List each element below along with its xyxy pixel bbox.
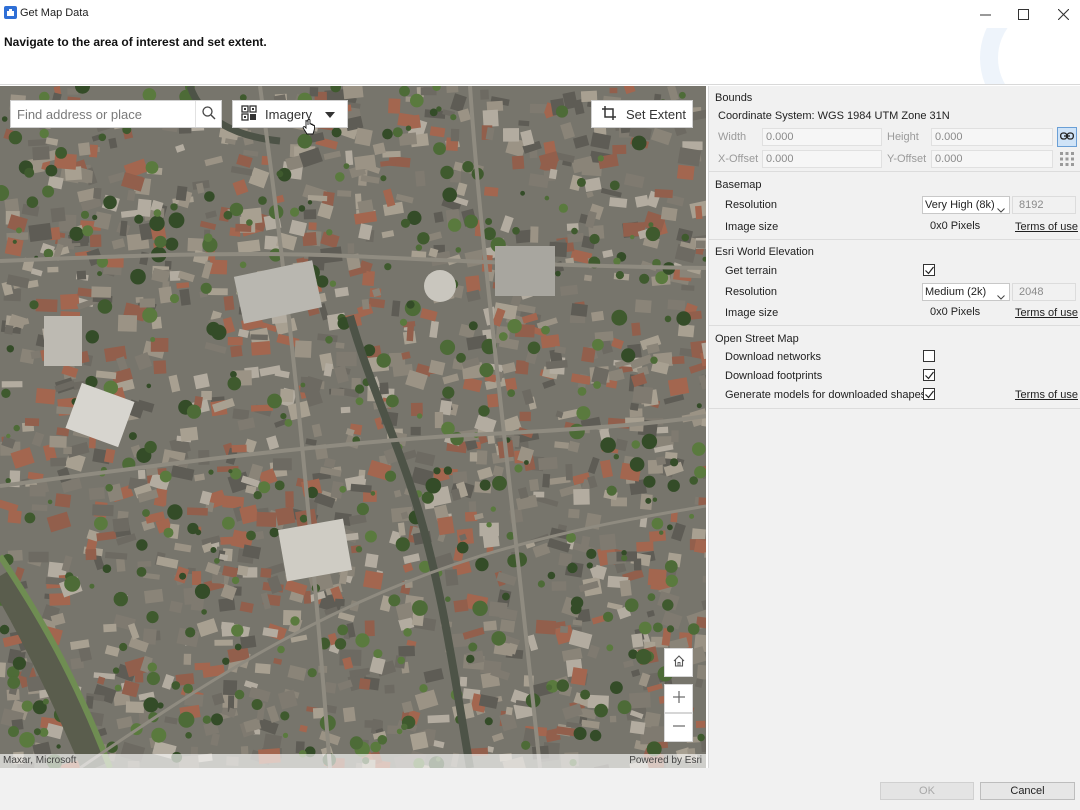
link-icon	[1060, 131, 1074, 144]
elevation-terms-link[interactable]: Terms of use	[1015, 307, 1078, 319]
elevation-resolution-select[interactable]: Medium (2k)	[922, 283, 1010, 301]
home-button[interactable]	[664, 648, 693, 677]
basemap-title: Basemap	[715, 179, 762, 191]
minimize-button[interactable]	[964, 0, 1006, 28]
basemap-resolution-value: Very High (8k)	[925, 199, 995, 211]
anchor-grid-icon[interactable]	[1057, 149, 1077, 169]
basemap-image-size-label: Image size	[725, 221, 779, 233]
yoffset-label: Y-Offset	[887, 153, 927, 165]
app-icon	[4, 6, 17, 19]
get-terrain-checkbox[interactable]	[923, 264, 935, 276]
yoffset-field[interactable]: 0.000	[931, 150, 1053, 168]
elevation-resolution-label: Resolution	[725, 286, 777, 298]
cancel-button[interactable]: Cancel	[980, 782, 1075, 800]
elevation-resolution-pixels: 2048	[1012, 283, 1076, 301]
close-button[interactable]	[1042, 0, 1080, 28]
osm-section: Open Street Map Download networks Downlo…	[709, 326, 1080, 409]
map-view[interactable]: Imagery Set Extent Maxar, Microsoft Powe…	[0, 86, 706, 768]
chevron-down-icon	[325, 112, 335, 118]
basemap-dropdown[interactable]: Imagery	[232, 100, 348, 128]
elevation-image-size-label: Image size	[725, 307, 779, 319]
xoffset-label: X-Offset	[718, 153, 759, 165]
link-dimensions-toggle[interactable]	[1057, 127, 1077, 147]
generate-models-checkbox[interactable]	[923, 388, 935, 400]
elevation-section: Esri World Elevation Get terrain Resolut…	[709, 240, 1080, 326]
download-networks-label: Download networks	[725, 351, 821, 363]
instruction-text: Navigate to the area of interest and set…	[4, 35, 267, 49]
basemap-resolution-label: Resolution	[725, 199, 777, 211]
basemap-section: Basemap Resolution Very High (8k) 8192 I…	[709, 172, 1080, 240]
set-extent-label: Set Extent	[626, 106, 686, 122]
ok-button[interactable]: OK	[880, 782, 974, 800]
set-extent-button[interactable]: Set Extent	[591, 100, 693, 128]
attribution-source: Maxar, Microsoft	[3, 755, 77, 766]
elevation-title: Esri World Elevation	[715, 246, 814, 258]
minus-icon	[672, 719, 686, 736]
download-networks-checkbox[interactable]	[923, 350, 935, 362]
xoffset-field[interactable]: 0.000	[762, 150, 882, 168]
osm-terms-link[interactable]: Terms of use	[1015, 389, 1078, 401]
osm-title: Open Street Map	[715, 333, 799, 345]
instruction-banner: Navigate to the area of interest and set…	[0, 28, 1080, 85]
width-field[interactable]: 0.000	[762, 128, 882, 146]
get-terrain-label: Get terrain	[725, 265, 777, 277]
map-attribution: Maxar, Microsoft Powered by Esri	[0, 754, 706, 768]
height-label: Height	[887, 131, 919, 143]
window-title: Get Map Data	[20, 7, 89, 19]
height-field[interactable]: 0.000	[931, 128, 1053, 146]
zoom-out-button[interactable]	[664, 713, 693, 742]
elevation-resolution-value: Medium (2k)	[925, 286, 987, 298]
bounds-title: Bounds	[715, 92, 753, 104]
search-input[interactable]	[11, 101, 195, 127]
title-bar: Get Map Data	[0, 0, 1080, 28]
chevron-down-icon	[997, 202, 1005, 218]
basemap-resolution-select[interactable]: Very High (8k)	[922, 196, 1010, 214]
plus-icon	[672, 690, 686, 707]
chevron-down-icon	[997, 289, 1005, 305]
basemap-image-size-value: 0x0 Pixels	[930, 220, 981, 232]
zoom-in-button[interactable]	[664, 684, 693, 713]
basemap-resolution-pixels: 8192	[1012, 196, 1076, 214]
attribution-powered-by[interactable]: Powered by Esri	[629, 755, 702, 766]
crop-icon	[602, 105, 616, 123]
basemap-terms-link[interactable]: Terms of use	[1015, 221, 1078, 233]
satellite-imagery	[0, 86, 706, 768]
download-footprints-label: Download footprints	[725, 370, 823, 382]
width-label: Width	[718, 131, 747, 143]
generate-models-label: Generate models for downloaded shapes	[725, 389, 927, 401]
search-box	[10, 100, 222, 128]
download-footprints-checkbox[interactable]	[923, 369, 935, 381]
dialog-footer: OK Cancel	[0, 768, 1080, 810]
bounds-section: Bounds Coordinate System: WGS 1984 UTM Z…	[709, 86, 1080, 172]
home-icon	[672, 654, 686, 671]
banner-decoration	[980, 28, 1080, 84]
basemap-gallery-icon	[241, 104, 257, 124]
settings-panel: Bounds Coordinate System: WGS 1984 UTM Z…	[708, 86, 1080, 768]
elevation-image-size-value: 0x0 Pixels	[930, 306, 981, 318]
search-button[interactable]	[195, 101, 221, 127]
hand-cursor-icon	[302, 118, 316, 140]
search-icon	[201, 105, 216, 123]
maximize-button[interactable]	[1002, 0, 1044, 28]
coordinate-system: Coordinate System: WGS 1984 UTM Zone 31N	[718, 110, 950, 122]
